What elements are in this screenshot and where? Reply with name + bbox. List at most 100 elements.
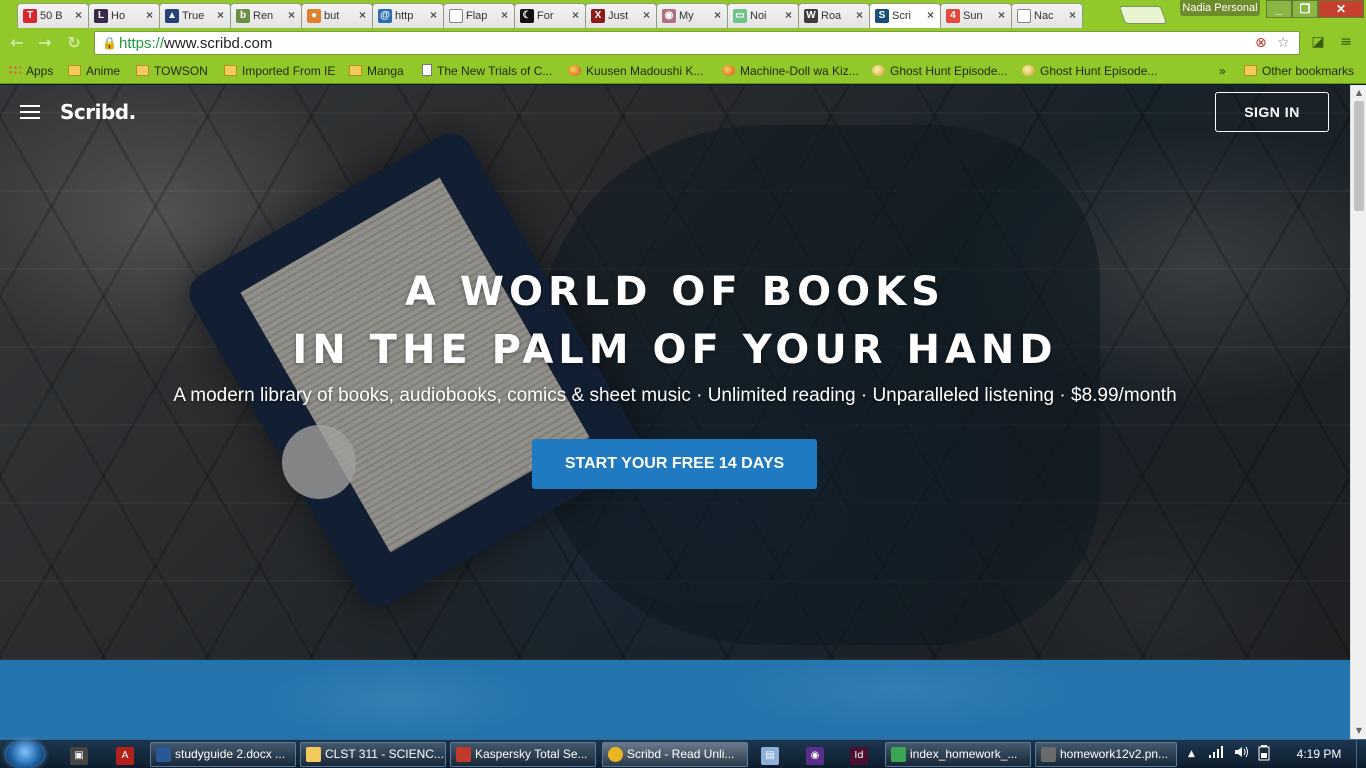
star-icon[interactable]: ☆ [1277,35,1290,51]
browser-tab[interactable]: Flap × [443,3,515,28]
bookmarks-overflow-button[interactable]: » [1219,63,1226,79]
folder-icon [1244,65,1257,76]
tab-close-icon[interactable]: × [359,8,366,22]
mountain-icon: ▲ [165,9,179,23]
indesign-icon[interactable]: Id [844,743,874,766]
taskbar-window-label: CLST 311 - SCIENC... [325,747,444,761]
bookmark-folder[interactable]: Anime [68,63,120,79]
tab-close-icon[interactable]: × [643,8,650,22]
tab-close-icon[interactable]: × [501,8,508,22]
tab-close-icon[interactable]: × [998,8,1005,22]
page-scrollbar[interactable]: ▲ ▼ [1350,85,1366,739]
taskbar-window-button[interactable]: homework12v2.pn... [1035,742,1177,767]
window-close-button[interactable]: ✕ [1318,0,1364,18]
taskbar-clock[interactable]: 4:19 PM [1289,746,1349,762]
minimize-button[interactable]: _ [1266,0,1292,18]
tab-close-icon[interactable]: × [572,8,579,22]
pin-glyph: ▣ [70,747,88,765]
browser-tab[interactable]: ☾ For × [514,3,586,28]
bookmark-folder[interactable]: TOWSON [136,63,208,79]
onenote-icon[interactable]: ◉ [800,743,830,766]
folder-icon [224,65,237,76]
browser-tab[interactable]: W Roa × [798,3,870,28]
taskbar-window-button[interactable]: CLST 311 - SCIENC... [300,742,446,767]
scroll-up-arrow-icon[interactable]: ▲ [1351,85,1366,101]
browser-tab[interactable]: X Just × [585,3,657,28]
tab-close-icon[interactable]: × [1069,8,1076,22]
back-button[interactable]: ← [6,32,28,54]
tray-overflow-arrow-icon[interactable]: ▲ [1188,745,1195,763]
forward-button[interactable]: → [34,32,56,54]
hero-section: Scribd. SIGN IN A WORLD OF BOOKS IN THE … [0,85,1350,660]
bookmark-item[interactable]: Ghost Hunt Episode... [872,63,1007,79]
taskbar-window-button[interactable]: studyguide 2.docx ... [150,742,296,767]
browser-tab[interactable]: S Scri × [869,3,941,29]
tab-title: For [537,10,554,22]
calculator-icon[interactable]: ▤ [755,743,785,766]
new-tab-button[interactable] [1118,6,1168,24]
bookmark-folder[interactable]: Manga [349,63,404,79]
bookmark-folder[interactable]: Imported From IE [224,63,335,79]
taskbar-window-button[interactable]: index_homework_... [885,742,1031,767]
tab-close-icon[interactable]: × [146,8,153,22]
browser-tab[interactable]: b Ren × [230,3,302,28]
pdf-icon[interactable]: A [110,743,140,766]
battery-icon[interactable] [1258,745,1270,766]
browser-tab[interactable]: ▲ True × [159,3,231,28]
address-bar[interactable]: 🔒 https://www.scribd.com ⊗ ☆ [94,31,1300,55]
page-icon [1017,9,1031,23]
bookmark-label: Manga [367,64,404,78]
scroll-thumb[interactable] [1354,101,1364,211]
browser-tab[interactable]: ◉ My × [656,3,728,28]
letter-t-icon: T [23,9,37,23]
bookmark-item[interactable]: Apps [8,63,53,79]
bookmark-item[interactable]: The New Trials of C... [422,63,552,79]
tab-close-icon[interactable]: × [927,8,934,22]
blocked-popup-icon[interactable]: ⊗ [1255,35,1267,51]
scribd-logo[interactable]: Scribd. [60,99,136,125]
other-bookmarks-folder[interactable]: Other bookmarks [1244,63,1354,79]
tab-close-icon[interactable]: × [856,8,863,22]
bookmark-item[interactable]: Machine-Doll wa Kiz... [722,63,859,79]
tab-close-icon[interactable]: × [75,8,82,22]
show-desktop-button[interactable] [1356,740,1366,768]
kissanime-icon [722,65,735,76]
hamburger-menu-icon[interactable] [20,105,40,119]
folder-icon [68,65,81,76]
bookmark-item[interactable]: Ghost Hunt Episode... [1022,63,1157,79]
volume-icon[interactable] [1233,745,1249,764]
browser-tab[interactable]: T 50 B × [17,3,89,28]
tab-title: http [395,10,414,22]
taskbar-window-label: Scribd - Read Unli... [627,747,735,761]
sign-in-button[interactable]: SIGN IN [1215,92,1329,132]
network-signal-icon[interactable] [1208,745,1224,764]
tab-close-icon[interactable]: × [785,8,792,22]
tab-close-icon[interactable]: × [714,8,721,22]
bookmark-item[interactable]: Kuusen Madoushi K... [568,63,703,79]
tab-close-icon[interactable]: × [288,8,295,22]
blue-feature-band [0,660,1350,739]
pin-glyph: A [116,747,134,765]
profile-button[interactable]: Nadia Personal [1180,0,1260,16]
browser-tab[interactable]: ● but × [301,3,373,28]
page-icon [449,9,463,23]
media-player-icon[interactable]: ▣ [64,743,94,766]
browser-tab[interactable]: Nac × [1011,3,1083,28]
tab-close-icon[interactable]: × [217,8,224,22]
folder-icon [136,65,149,76]
reload-button[interactable]: ↻ [63,32,85,54]
taskbar-window-button[interactable]: Scribd - Read Unli... [602,742,748,767]
browser-tab[interactable]: ▭ Noi × [727,3,799,28]
bookmark-label: TOWSON [154,64,208,78]
browser-tab[interactable]: @ http × [372,3,444,28]
start-free-trial-button[interactable]: START YOUR FREE 14 DAYS [532,439,817,489]
start-button[interactable] [6,741,44,768]
browser-tab[interactable]: 4 Sun × [940,3,1012,28]
tab-close-icon[interactable]: × [430,8,437,22]
maximize-button[interactable]: ❐ [1292,0,1318,18]
scroll-down-arrow-icon[interactable]: ▼ [1351,723,1366,739]
menu-icon[interactable]: ≡ [1336,32,1356,52]
taskbar-window-button[interactable]: Kaspersky Total Se... [450,742,596,767]
browser-tab[interactable]: L Ho × [88,3,160,28]
extension-icon[interactable]: ◪ [1308,32,1328,52]
